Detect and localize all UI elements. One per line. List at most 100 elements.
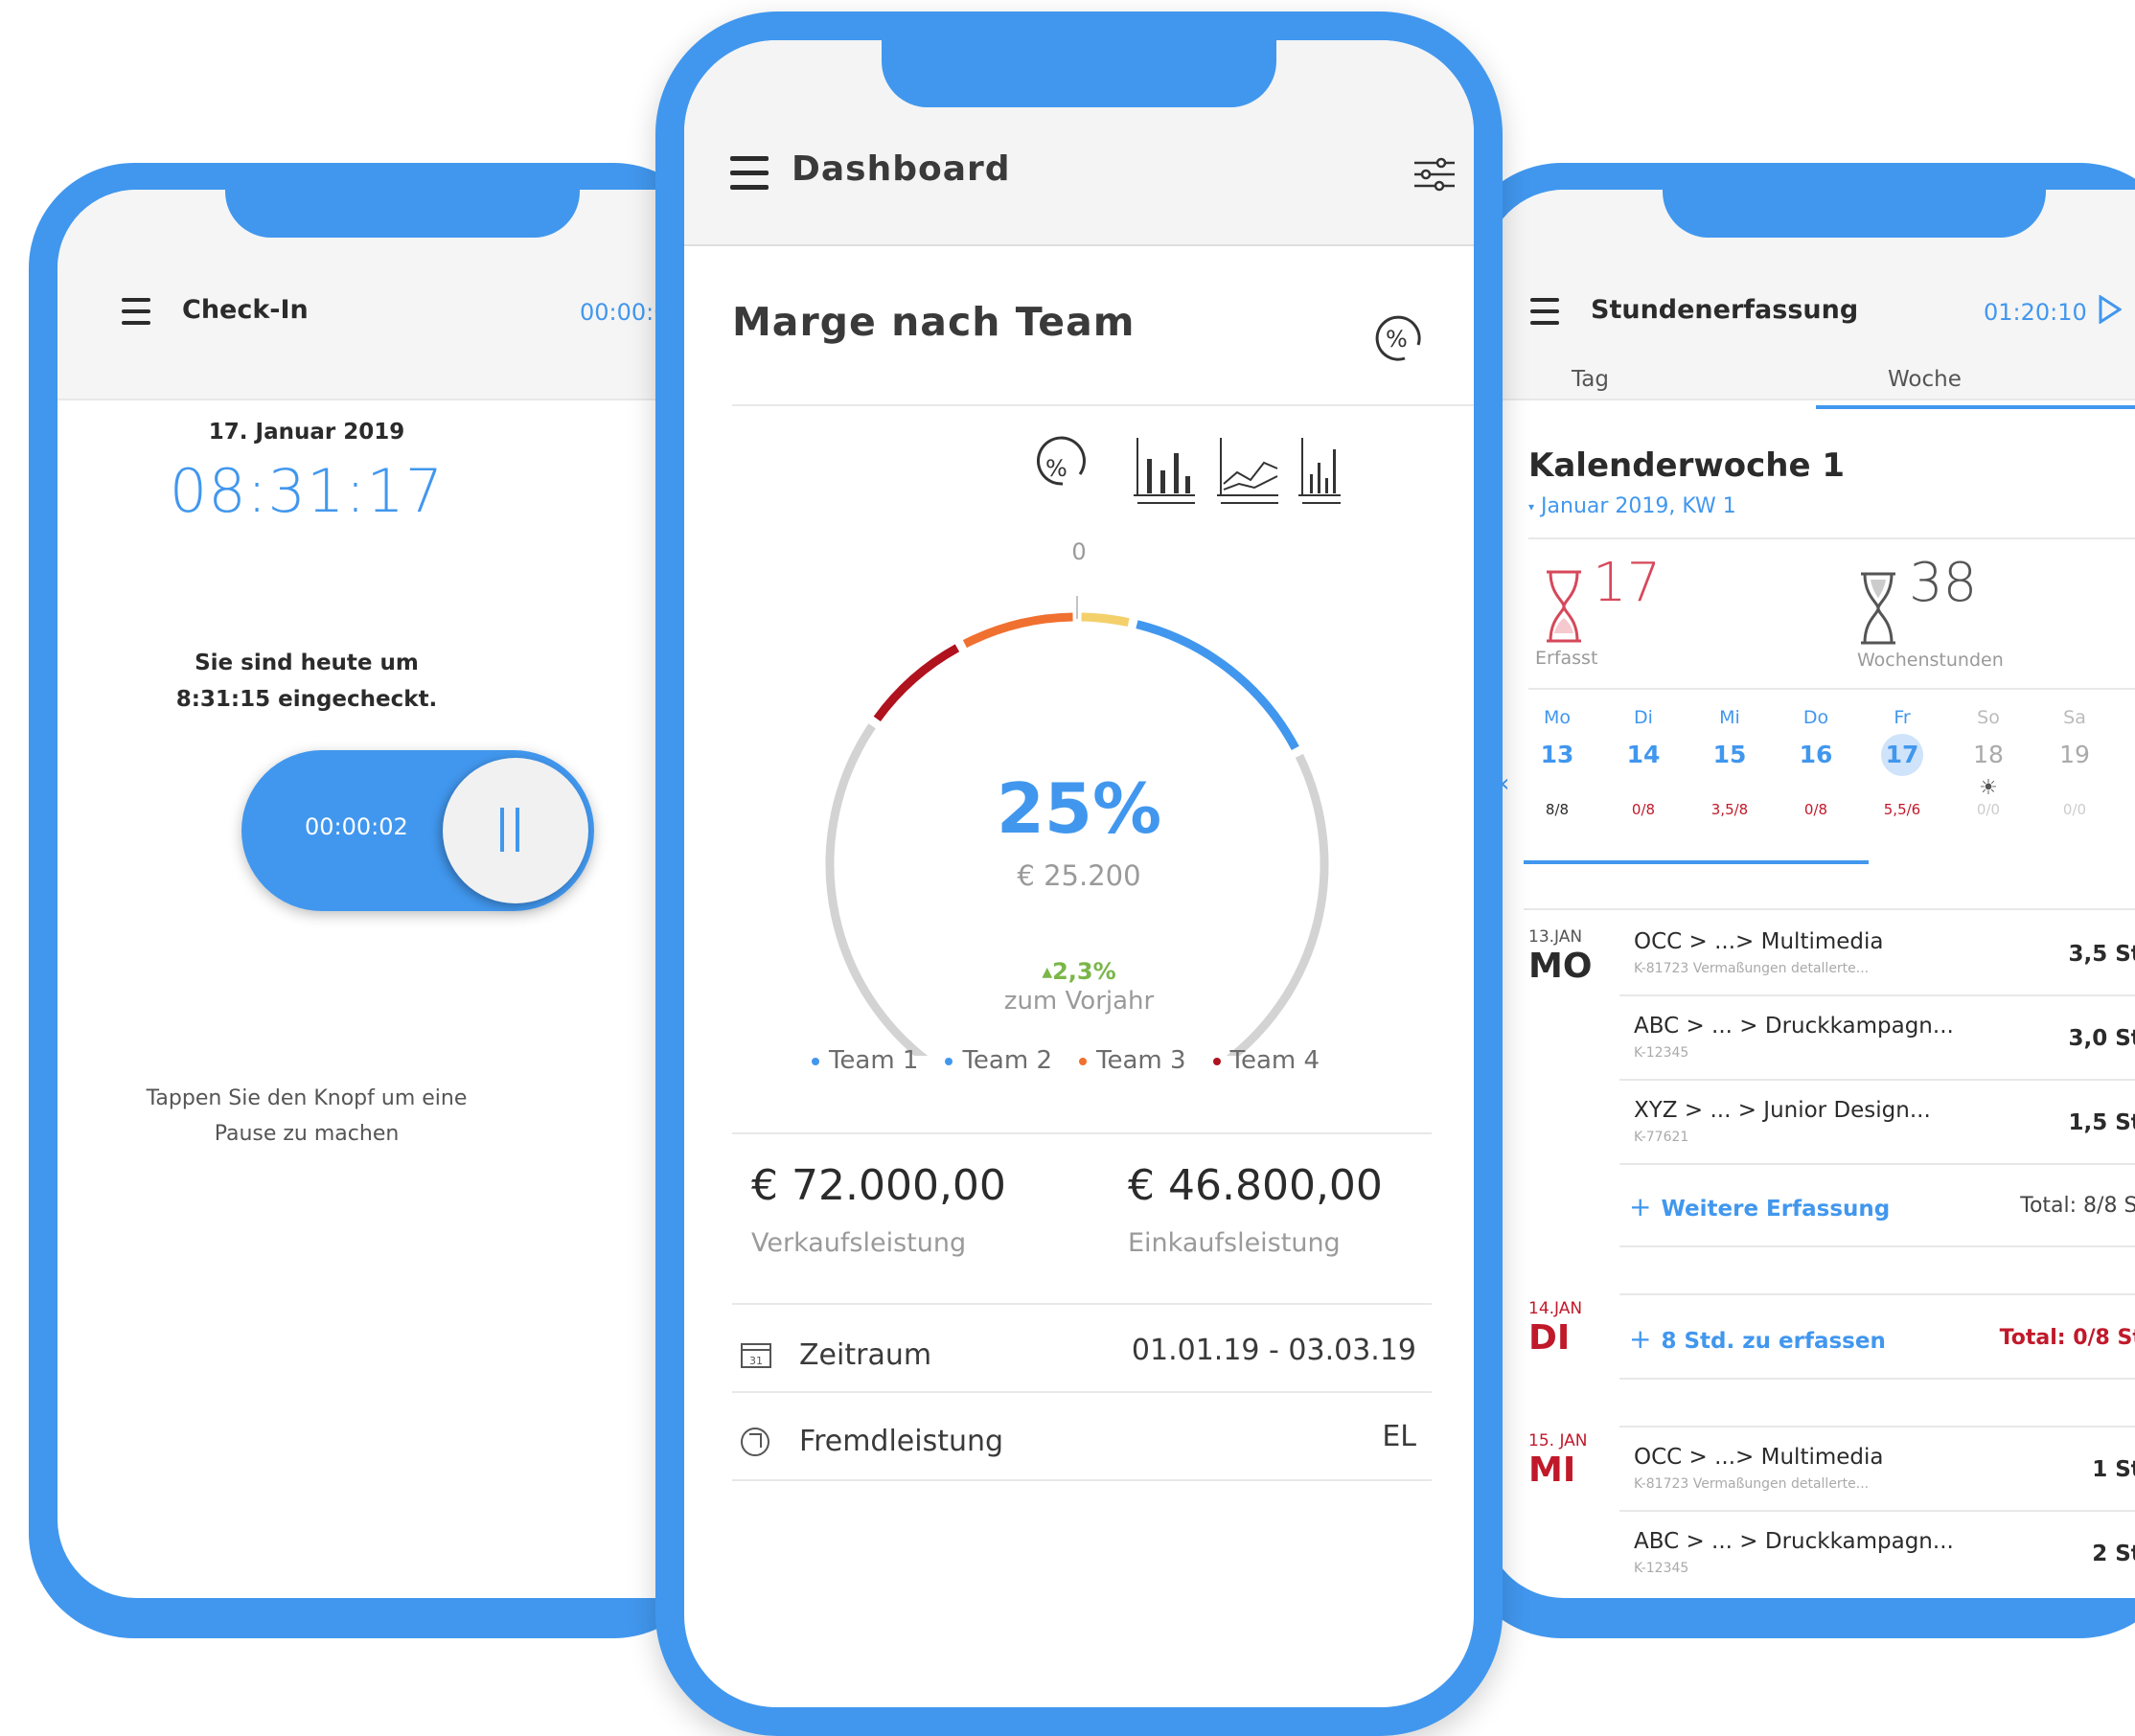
purchase-label: Einkaufsleistung	[1128, 1228, 1341, 1258]
add-entry-button[interactable]: + Weitere Erfassung	[1629, 1191, 1890, 1222]
day-date: 14.JAN	[1528, 1299, 1583, 1318]
divider	[1619, 1079, 2135, 1081]
legend-item[interactable]: Team 1	[811, 1046, 919, 1075]
legend-label: Team 4	[1229, 1046, 1320, 1075]
day-column-3[interactable]: Do 16 0/8	[1778, 707, 1854, 818]
pause-icon-bar	[516, 808, 519, 852]
legend-item[interactable]: Team 2	[945, 1046, 1052, 1075]
external-value: EL	[1382, 1420, 1416, 1453]
legend-label: Team 1	[828, 1046, 919, 1075]
external-label: Fremdleistung	[799, 1425, 1004, 1458]
legend-dot	[1212, 1057, 1221, 1065]
week-progress-bar	[1524, 860, 1782, 864]
divider	[1619, 1293, 2135, 1295]
entry-hours: 3,5 Std.	[2068, 942, 2135, 967]
plus-icon: +	[1629, 1191, 1652, 1222]
day-date: 15. JAN	[1528, 1431, 1588, 1450]
divider	[1619, 994, 2135, 996]
day-column-4[interactable]: Fr 17 5,5/6	[1864, 707, 1940, 818]
dashboard-phone: Dashboard Marge nach Team % % 0 25% € 25…	[655, 11, 1503, 1736]
menu-icon[interactable]	[1530, 298, 1559, 325]
legend-label: Team 2	[962, 1046, 1052, 1075]
gauge-amount: € 25.200	[1017, 859, 1141, 892]
pause-toggle[interactable]: 00:00:02	[241, 750, 594, 911]
filter-sliders-icon[interactable]	[1412, 155, 1457, 194]
change-value: 2,3%	[1052, 958, 1116, 985]
entry-title: ABC > ... > Druckkampagn...	[1634, 1529, 1954, 1554]
pause-icon	[500, 808, 504, 852]
legend-item[interactable]: Team 4	[1212, 1046, 1320, 1075]
percent-gauge-icon[interactable]: %	[1372, 310, 1430, 368]
day-column-6[interactable]: Sa 19 0/0	[2036, 707, 2113, 818]
tab-indicator	[1816, 405, 2135, 409]
entry-title: OCC > ...> Multimedia	[1634, 929, 1884, 954]
legend-dot	[811, 1057, 819, 1065]
day-abbr: MI	[1528, 1450, 1576, 1490]
divider	[1619, 1510, 2135, 1512]
week-selector[interactable]: ▾ Januar 2019, KW 1	[1528, 494, 1736, 518]
entry-title: OCC > ...> Multimedia	[1634, 1445, 1884, 1470]
change-indicator: ▲2,3%	[684, 958, 1474, 985]
checkin-hint: Tappen Sie den Knopf um eine Pause zu ma…	[57, 1081, 556, 1152]
entry-sub: K-81723 Vermaßungen detallerte...	[1634, 961, 1870, 976]
checkin-phone: Check-In 00:00:02 17. Januar 2019 08:31:…	[29, 163, 728, 1638]
day-column-2[interactable]: Mi 15 3,5/8	[1691, 707, 1768, 818]
sales-label: Verkaufsleistung	[751, 1228, 967, 1258]
menu-icon[interactable]	[730, 156, 769, 190]
legend: Team 1 Team 2 Team 3 Team 4	[684, 1046, 1474, 1075]
day-total: Total: 8/8 Std.	[2020, 1194, 2135, 1218]
add-entry-button[interactable]: +8 Std. zu erfassen	[1629, 1323, 1886, 1355]
header-divider	[1485, 399, 2135, 400]
day-hours: 5,5/6	[1883, 801, 1921, 818]
gauge-segment-team1	[1136, 620, 1299, 750]
legend-item[interactable]: Team 3	[1079, 1046, 1186, 1075]
day-name: Sa	[2063, 707, 2086, 728]
divider	[732, 1303, 1432, 1305]
day-name: Mi	[1719, 707, 1740, 728]
entry-sub: K-77621	[1634, 1130, 1689, 1145]
day-column-5[interactable]: So 18 ☀ 0/0	[1950, 707, 2027, 818]
entry-hours: 1 Std.	[2092, 1457, 2135, 1482]
entry-hours: 3,0 Std.	[2068, 1026, 2135, 1051]
checkin-message-line1: Sie sind heute um	[195, 651, 419, 675]
dashboard-title: Dashboard	[792, 149, 1011, 189]
checkin-message-line2: 8:31:15 eingecheckt.	[175, 687, 438, 712]
header-divider	[684, 244, 1474, 246]
day-column-1[interactable]: Di 14 0/8	[1605, 707, 1682, 818]
svg-text:%: %	[1045, 455, 1068, 482]
day-hours: 0/0	[2062, 801, 2087, 818]
tab-day[interactable]: Tag	[1572, 367, 1609, 392]
divider	[732, 1391, 1432, 1393]
divider	[1524, 908, 2135, 910]
day-column-0[interactable]: Mo 13 8/8	[1519, 707, 1596, 818]
caret-down-icon: ▾	[1528, 500, 1535, 514]
pause-knob[interactable]	[443, 758, 588, 903]
divider	[1528, 537, 2135, 539]
divider	[1528, 688, 2135, 690]
recorded-value: 17	[1593, 552, 1662, 614]
day-number: 17	[1881, 734, 1923, 776]
checkin-message: Sie sind heute um 8:31:15 eingecheckt.	[57, 645, 556, 718]
card-title: Marge nach Team	[732, 299, 1136, 345]
divider	[732, 404, 1474, 406]
divider	[732, 1132, 1432, 1134]
play-icon[interactable]	[2099, 295, 2122, 324]
period-label: Zeitraum	[799, 1338, 932, 1372]
day-name: Di	[1634, 707, 1653, 728]
add-entry-label: Weitere Erfassung	[1661, 1197, 1891, 1222]
menu-icon[interactable]	[122, 298, 150, 325]
hourglass-weekly-icon	[1861, 572, 1895, 645]
tab-week[interactable]: Woche	[1888, 367, 1962, 392]
purchase-value: € 46.800,00	[1128, 1161, 1383, 1210]
sales-value: € 72.000,00	[751, 1161, 1006, 1210]
week-progress-bar-fr	[1782, 860, 1869, 864]
recorded-label: Erfasst	[1535, 648, 1598, 669]
legend-dot	[1079, 1057, 1087, 1065]
change-label: zum Vorjahr	[1003, 987, 1155, 1016]
